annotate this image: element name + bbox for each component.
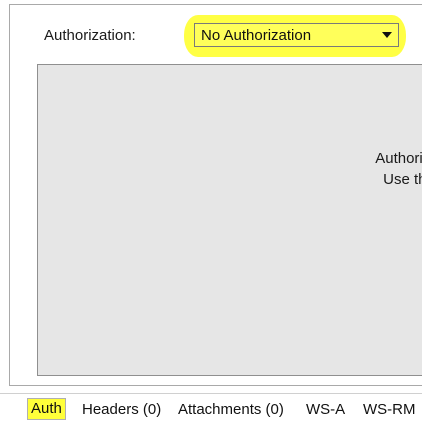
tab-headers[interactable]: Headers (0) [82,401,161,418]
auth-message-line2: Use the [383,171,422,188]
authorization-dropdown[interactable]: No Authorization [194,23,399,47]
auth-message: Authorizat Use the [309,148,422,190]
tab-strip-divider [0,393,422,394]
auth-content-area [37,64,422,376]
tab-auth[interactable]: Auth [27,398,66,420]
authorization-dropdown-value: No Authorization [201,26,312,44]
authorization-label: Authorization: [44,27,136,44]
tab-ws-a[interactable]: WS-A [306,401,345,418]
chevron-down-icon[interactable] [382,32,392,38]
tab-attachments[interactable]: Attachments (0) [178,401,284,418]
auth-message-line1: Authorizat [375,150,422,167]
tab-ws-rm[interactable]: WS-RM [363,401,416,418]
request-auth-window: Authorization: No Authorization Authoriz… [0,0,422,427]
bottom-tab-strip: Auth Headers (0) Attachments (0) WS-A WS… [0,393,422,427]
